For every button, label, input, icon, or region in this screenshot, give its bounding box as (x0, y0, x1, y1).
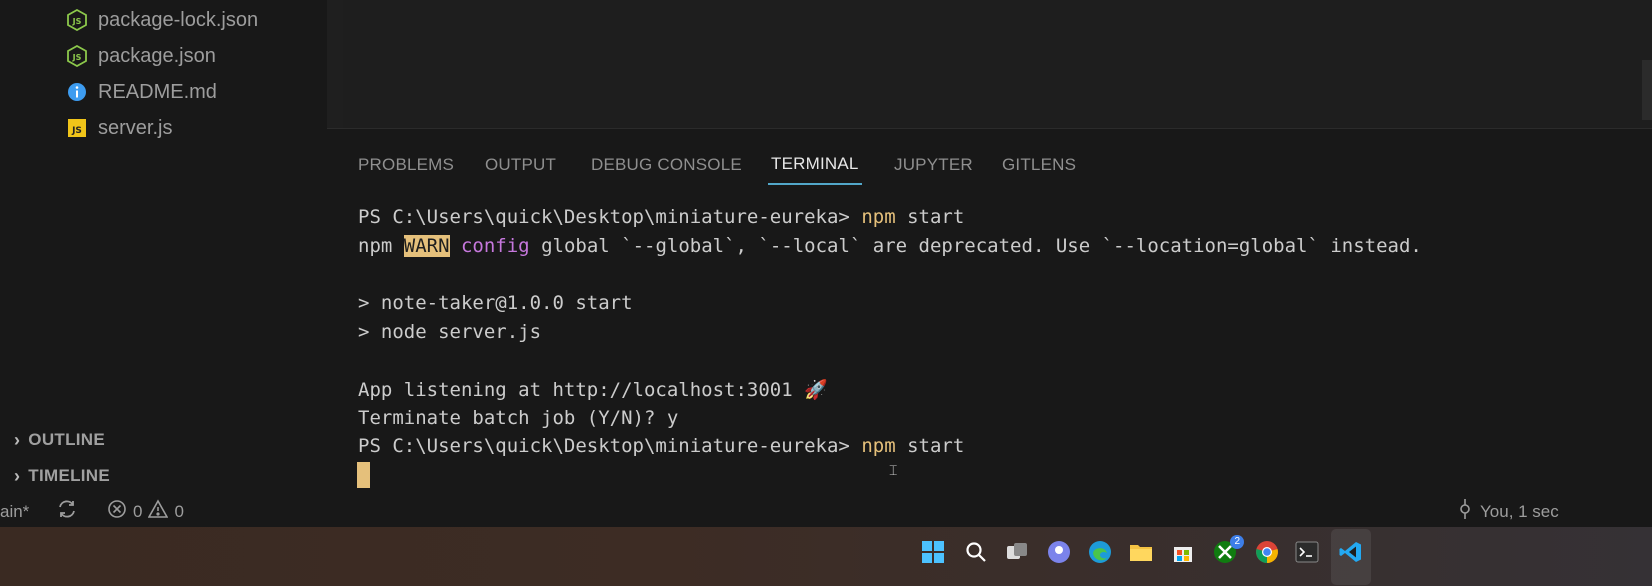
tab-label: DEBUG CONSOLE (591, 155, 742, 174)
info-icon (66, 81, 88, 103)
branch-name: ain* (0, 501, 30, 521)
scrollbar[interactable] (1642, 60, 1652, 120)
error-count: 0 (133, 501, 143, 521)
commit-icon (1458, 498, 1472, 525)
tab-terminal[interactable]: TERMINAL (768, 145, 862, 185)
terminal-line-warning: npm WARN config global `--global`, `--lo… (358, 235, 1422, 257)
tab-label: GITLENS (1002, 155, 1077, 174)
file-name: package-lock.json (98, 8, 259, 31)
section-label: OUTLINE (28, 430, 106, 449)
file-server-js[interactable]: JS server.js (66, 110, 172, 146)
nodejs-icon: JS (66, 9, 88, 31)
svg-text:JS: JS (72, 17, 82, 26)
prompt-text: PS C:\Users\quick\Desktop\miniature-eure… (358, 206, 862, 228)
terminal-line-script: > note-taker@1.0.0 start (358, 292, 633, 314)
tab-debug-console[interactable]: DEBUG CONSOLE (591, 145, 742, 185)
taskbar: 2 (0, 527, 1652, 586)
problems-indicator[interactable]: 0 0 (107, 496, 184, 527)
bottom-panel: PROBLEMS OUTPUT DEBUG CONSOLE TERMINAL J… (327, 129, 1652, 527)
warn-config: config (460, 235, 530, 257)
notification-badge: 2 (1230, 535, 1244, 549)
outline-section[interactable]: › OUTLINE (14, 423, 105, 457)
chevron-right-icon: › (14, 429, 21, 450)
warning-icon (148, 499, 169, 524)
windows-start-icon[interactable] (920, 539, 946, 565)
terminal-line-script-cmd: > node server.js (358, 321, 541, 343)
timeline-section[interactable]: › TIMELINE (14, 459, 110, 493)
teams-chat-icon[interactable] (1046, 539, 1072, 565)
terminal-line-prompt: PS C:\Users\quick\Desktop\miniature-eure… (358, 435, 964, 457)
warn-npm: npm (358, 235, 404, 257)
command-args: start (895, 206, 965, 228)
section-label: TIMELINE (28, 466, 111, 485)
git-branch[interactable]: ain* (0, 496, 29, 527)
chrome-icon[interactable] (1254, 539, 1280, 565)
js-icon: JS (66, 117, 88, 139)
status-bar: ain* 0 0 You, 1 sec (0, 496, 1652, 527)
error-icon (107, 499, 127, 524)
script-command: > node server.js (358, 321, 542, 343)
file-explorer-icon[interactable] (1128, 539, 1154, 565)
tab-problems[interactable]: PROBLEMS (358, 145, 454, 185)
terminate-message: Terminate batch job (Y/N)? y (358, 407, 679, 429)
editor-area (343, 0, 1652, 128)
vscode-icon[interactable] (1338, 539, 1364, 565)
file-package-lock-json[interactable]: JS package-lock.json (66, 2, 258, 38)
git-blame[interactable]: You, 1 sec (1458, 496, 1559, 527)
command-npm: npm (861, 435, 896, 457)
svg-text:JS: JS (72, 53, 82, 62)
nodejs-icon: JS (66, 45, 88, 67)
search-icon[interactable] (963, 539, 989, 565)
command-npm: npm (861, 206, 896, 228)
terminal-line-terminate: Terminate batch job (Y/N)? y (358, 407, 678, 429)
microsoft-store-icon[interactable] (1170, 539, 1196, 565)
warn-tag: WARN (403, 235, 450, 257)
terminal-line-listening: App listening at http://localhost:3001 🚀 (358, 378, 828, 401)
warning-count: 0 (174, 501, 184, 521)
chevron-right-icon: › (14, 465, 21, 486)
tab-gitlens[interactable]: GITLENS (1002, 145, 1076, 185)
terminal-line-prompt: PS C:\Users\quick\Desktop\miniature-eure… (358, 206, 964, 228)
tab-label: OUTPUT (485, 155, 557, 174)
tab-output[interactable]: OUTPUT (485, 145, 556, 185)
sync-icon (56, 498, 78, 525)
explorer-sidebar: JS package-lock.json JS package.json REA… (0, 0, 327, 527)
command-args: start (895, 435, 965, 457)
file-package-json[interactable]: JS package.json (66, 38, 216, 74)
tab-label: TERMINAL (771, 154, 859, 173)
edge-browser-icon[interactable] (1087, 539, 1113, 565)
task-view-icon[interactable] (1004, 539, 1030, 565)
tab-label: JUPYTER (894, 155, 973, 174)
tab-label: PROBLEMS (358, 155, 455, 174)
sync-button[interactable] (56, 496, 78, 527)
file-readme-md[interactable]: README.md (66, 74, 217, 110)
text-cursor-icon: ⌶ (889, 463, 898, 479)
listening-message: App listening at http://localhost:3001 🚀 (358, 379, 828, 401)
file-name: package.json (98, 44, 216, 67)
svg-text:JS: JS (71, 126, 82, 136)
prompt-text: PS C:\Users\quick\Desktop\miniature-eure… (358, 435, 862, 457)
tab-jupyter[interactable]: JUPYTER (894, 145, 973, 185)
blame-text: You, 1 sec (1480, 501, 1559, 521)
xbox-icon[interactable]: 2 (1212, 535, 1244, 565)
file-name: server.js (98, 116, 173, 139)
warn-message: global `--global`, `--local` are depreca… (529, 235, 1422, 257)
terminal-app-icon[interactable] (1294, 539, 1320, 565)
file-name: README.md (98, 80, 217, 103)
script-name: > note-taker@1.0.0 start (358, 292, 633, 314)
terminal-cursor (357, 462, 370, 488)
